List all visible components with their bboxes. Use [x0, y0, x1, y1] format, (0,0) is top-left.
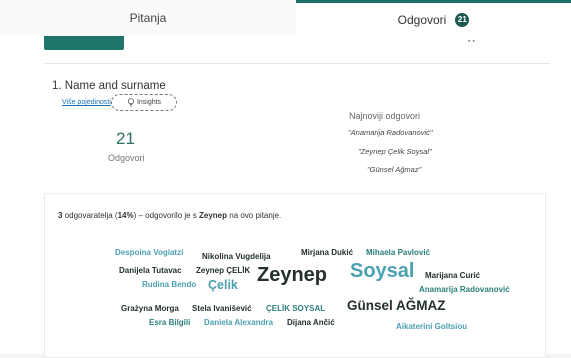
- more-details-link[interactable]: Više pojedinosti: [62, 99, 111, 106]
- tab-answers-label: Odgovori: [397, 12, 447, 27]
- word-cloud-word[interactable]: Daniela Alexandra: [204, 319, 273, 327]
- latest-responses-title: Najnoviji odgovori: [349, 111, 421, 121]
- tab-questions[interactable]: Pitanja: [0, 0, 296, 37]
- word-cloud-word[interactable]: Danijela Tutavac: [119, 267, 182, 275]
- word-cloud-word[interactable]: Marijana Curić: [425, 272, 480, 280]
- summary-keyword: Zeynep: [199, 211, 228, 220]
- insights-button[interactable]: Insights: [111, 94, 177, 111]
- latest-response: "Anamarija Radovanović": [348, 128, 433, 137]
- word-cloud-word[interactable]: Mihaela Pavlović: [366, 249, 430, 257]
- word-cloud-word[interactable]: Zeynep: [257, 265, 327, 285]
- tab-bar: Pitanja Odgovori 21: [0, 0, 571, 37]
- responses-panel: ▪ ▪ 1. Name and surname Više pojedinosti…: [0, 36, 571, 358]
- summary-text: ) – odgovorilo je s: [133, 211, 199, 220]
- latest-response: "Zeynep Çelik Soysal": [358, 147, 432, 156]
- summary-text: odgovaratelja (: [62, 211, 118, 220]
- word-cloud-word[interactable]: Zeynep ÇELİK: [196, 267, 250, 275]
- word-cloud-word[interactable]: Çelik: [208, 279, 238, 292]
- word-cloud-summary: 3 odgovaratelja (14%) – odgovorilo je s …: [58, 211, 281, 220]
- word-cloud-word[interactable]: Günsel AĞMAZ: [347, 299, 446, 313]
- summary-text: na ovo pitanje.: [227, 211, 282, 220]
- response-count-label: Odgovori: [108, 153, 145, 163]
- question-summary-card: 1. Name and surname Više pojedinosti Ins…: [44, 73, 550, 193]
- word-cloud-word[interactable]: Anamarija Radovanović: [419, 286, 510, 294]
- word-cloud-word[interactable]: Despoina Vogiatzi: [115, 249, 183, 257]
- word-cloud-word[interactable]: Nikolina Vugdelija: [202, 253, 271, 261]
- view-results-button[interactable]: [44, 36, 124, 50]
- insights-label: Insights: [136, 99, 162, 106]
- divider: [44, 63, 550, 64]
- tab-answers[interactable]: Odgovori 21: [296, 0, 571, 36]
- word-cloud-word[interactable]: Soysal: [350, 261, 414, 281]
- response-count: 21: [116, 129, 135, 148]
- word-cloud-word[interactable]: Grażyna Morga: [121, 305, 179, 313]
- question-title: 1. Name and surname: [52, 80, 166, 92]
- word-cloud-word[interactable]: Stela Ivanišević: [192, 305, 252, 313]
- lightbulb-icon: [127, 98, 134, 107]
- word-cloud-word[interactable]: Esra Bilgili: [149, 319, 190, 327]
- answers-count-badge: 21: [455, 12, 470, 27]
- word-cloud-word[interactable]: Aikaterini Goltsiou: [396, 323, 467, 331]
- tab-questions-label: Pitanja: [129, 11, 167, 25]
- latest-response: "Günsel Ağmaz": [367, 165, 422, 174]
- word-cloud-word[interactable]: Mirjana Dukić: [301, 249, 353, 257]
- toolbar-icons-cut: ▪ ▪: [468, 38, 475, 45]
- word-cloud-word[interactable]: ÇELİK SOYSAL: [266, 305, 325, 313]
- word-cloud-word[interactable]: Rudina Bendo: [142, 281, 196, 289]
- word-cloud-card: 3 odgovaratelja (14%) – odgovorilo je s …: [44, 193, 546, 358]
- summary-percent: 14%: [117, 211, 134, 220]
- word-cloud-word[interactable]: Dijana Ančić: [287, 319, 335, 327]
